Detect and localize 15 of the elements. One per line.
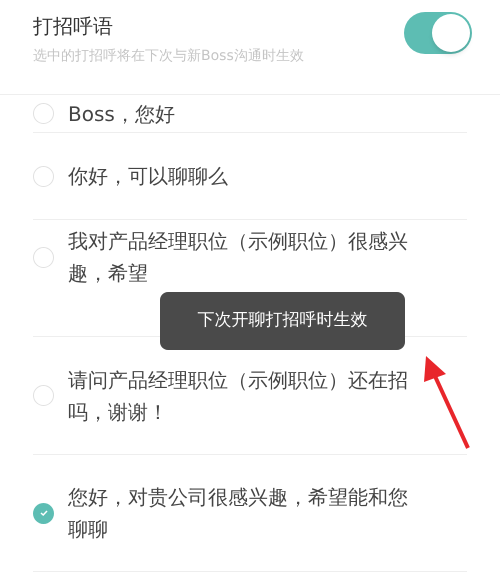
greeting-text: Boss，您好: [68, 100, 176, 128]
greeting-text: 您好，对贵公司很感兴趣，希望能和您聊聊: [68, 484, 409, 543]
section-subtitle: 选中的打招呼将在下次与新Boss沟通时生效: [33, 47, 304, 66]
toggle-thumb: [432, 14, 470, 52]
check-icon[interactable]: [33, 502, 54, 524]
radio-icon[interactable]: [33, 166, 54, 186]
greeting-text: 我对产品经理职位（示例职位）很感兴趣，希望: [68, 228, 409, 287]
radio-icon[interactable]: [33, 103, 54, 124]
greeting-text: 你好，可以聊聊么: [68, 163, 229, 190]
greeting-toggle[interactable]: [404, 12, 472, 54]
radio-icon[interactable]: [33, 246, 54, 268]
radio-icon[interactable]: [33, 385, 54, 406]
greeting-text: 请问产品经理职位（示例职位）还在招吗，谢谢！: [68, 366, 409, 426]
message-toast: 下次开聊打招呼时生效: [160, 292, 405, 350]
section-title: 打招呼语: [33, 13, 114, 40]
